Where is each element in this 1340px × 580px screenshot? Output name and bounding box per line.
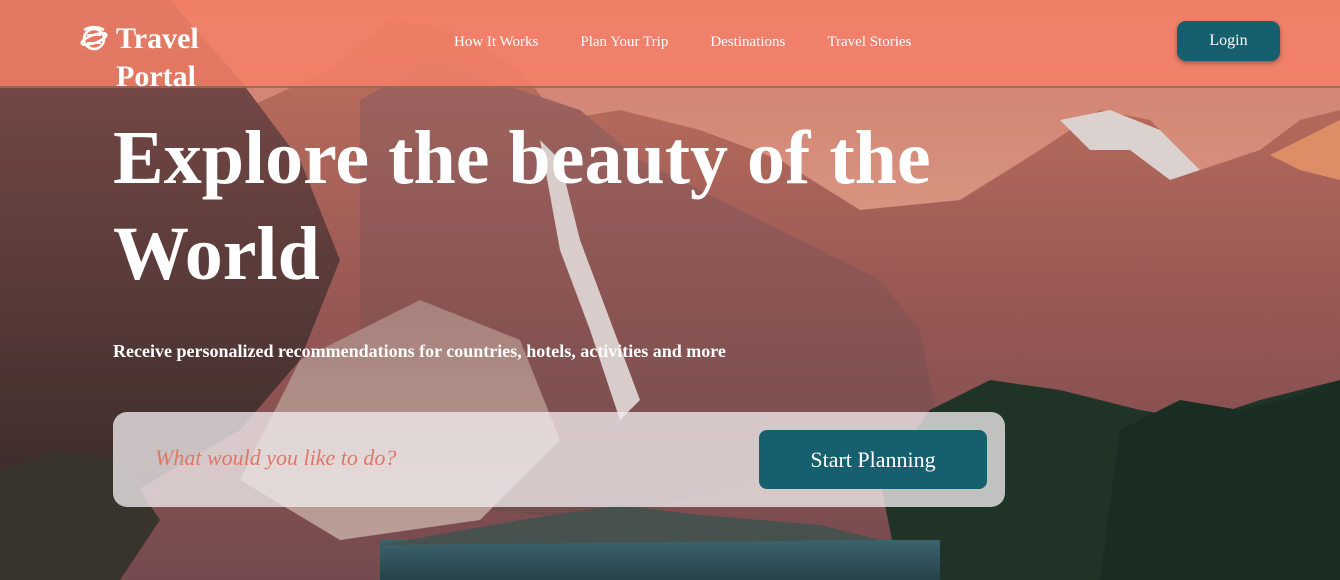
start-planning-button[interactable]: Start Planning [759, 430, 987, 489]
nav-link-destinations[interactable]: Destinations [710, 30, 785, 54]
navbar: Travel Portal How It Works Plan Your Tri… [0, 0, 1340, 93]
hero-subtitle: Receive personalized recommendations for… [113, 341, 726, 361]
brand-name: Travel Portal [116, 22, 199, 93]
globe-icon [80, 25, 108, 51]
nav-link-travel-stories[interactable]: Travel Stories [827, 30, 911, 54]
nav-link-plan-your-trip[interactable]: Plan Your Trip [580, 30, 668, 54]
main-nav: How It Works Plan Your Trip Destinations… [454, 30, 953, 54]
trip-search-box: Start Planning [113, 412, 1005, 507]
hero-headline: Explore the beauty of the World [113, 116, 931, 296]
login-button[interactable]: Login [1177, 21, 1280, 61]
nav-link-how-it-works[interactable]: How It Works [454, 30, 538, 54]
trip-search-input[interactable] [153, 436, 717, 480]
